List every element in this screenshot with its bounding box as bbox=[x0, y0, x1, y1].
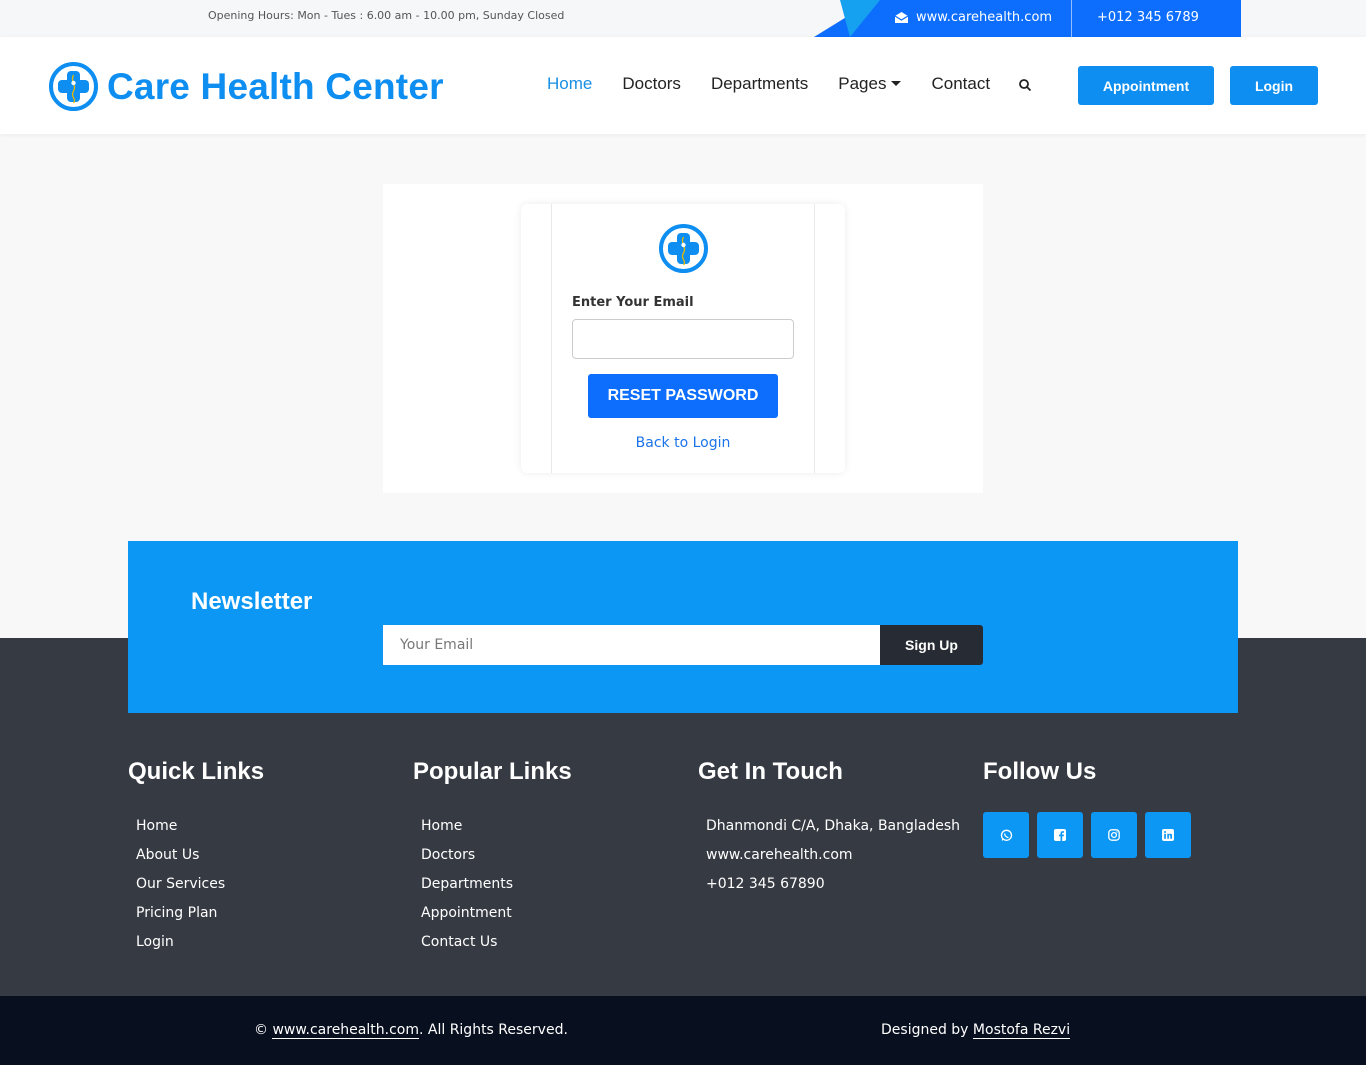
newsletter-section: Newsletter Sign Up bbox=[128, 541, 1238, 713]
popular-links-title: Popular Links bbox=[413, 758, 572, 785]
quick-links: Quick Links Home About Us Our Services P… bbox=[128, 758, 264, 957]
nav-contact[interactable]: Contact bbox=[931, 74, 990, 94]
popular-link-departments[interactable]: Departments bbox=[421, 870, 572, 899]
whatsapp-button[interactable] bbox=[983, 812, 1029, 858]
brand-name: Care Health Center bbox=[107, 65, 444, 107]
quick-link-home[interactable]: Home bbox=[136, 812, 264, 841]
medical-cross-icon bbox=[659, 224, 708, 273]
nav-doctors[interactable]: Doctors bbox=[622, 74, 681, 94]
reset-password-button[interactable]: RESET PASSWORD bbox=[588, 374, 778, 418]
contact-strip: www.carehealth.com +012 345 6789 bbox=[814, 0, 1241, 37]
facebook-button[interactable] bbox=[1037, 812, 1083, 858]
copyright-link[interactable]: www.carehealth.com bbox=[272, 1022, 419, 1039]
quick-link-login[interactable]: Login bbox=[136, 928, 264, 957]
quick-links-title: Quick Links bbox=[128, 758, 265, 785]
facebook-icon bbox=[1054, 829, 1066, 841]
popular-link-contact[interactable]: Contact Us bbox=[421, 928, 572, 957]
quick-link-services[interactable]: Our Services bbox=[136, 870, 264, 899]
email-field[interactable] bbox=[572, 319, 794, 359]
social-links bbox=[983, 812, 1191, 858]
reset-password-card: Enter Your Email RESET PASSWORD Back to … bbox=[521, 204, 845, 473]
popular-link-appointment[interactable]: Appointment bbox=[421, 899, 572, 928]
topbar-website[interactable]: www.carehealth.com bbox=[894, 10, 1052, 25]
envelope-open-icon bbox=[894, 12, 909, 23]
search-icon[interactable] bbox=[1018, 78, 1032, 92]
get-in-touch: Get In Touch Dhanmondi C/A, Dhaka, Bangl… bbox=[698, 758, 960, 899]
main-nav: Home Doctors Departments Pages Contact bbox=[547, 74, 1032, 94]
opening-hours: Opening Hours: Mon - Tues : 6.00 am - 10… bbox=[208, 9, 565, 22]
footer-phone[interactable]: +012 345 67890 bbox=[706, 870, 960, 899]
follow-us: Follow Us bbox=[983, 758, 1191, 858]
get-in-touch-title: Get In Touch bbox=[698, 758, 843, 785]
login-button[interactable]: Login bbox=[1230, 66, 1318, 105]
footer-address: Dhanmondi C/A, Dhaka, Bangladesh bbox=[706, 818, 961, 834]
quick-link-about[interactable]: About Us bbox=[136, 841, 264, 870]
instagram-icon bbox=[1108, 829, 1120, 841]
brand[interactable]: Care Health Center bbox=[48, 61, 444, 112]
popular-link-home[interactable]: Home bbox=[421, 812, 572, 841]
appointment-button[interactable]: Appointment bbox=[1078, 66, 1214, 105]
caret-down-icon bbox=[891, 80, 902, 86]
popular-link-doctors[interactable]: Doctors bbox=[421, 841, 572, 870]
popular-links: Popular Links Home Doctors Departments A… bbox=[413, 758, 572, 957]
whatsapp-icon bbox=[1000, 829, 1012, 841]
nav-pages[interactable]: Pages bbox=[838, 74, 902, 94]
top-info-bar: Opening Hours: Mon - Tues : 6.00 am - 10… bbox=[0, 0, 1366, 37]
quick-link-pricing[interactable]: Pricing Plan bbox=[136, 899, 264, 928]
email-label: Enter Your Email bbox=[572, 295, 694, 310]
newsletter-title: Newsletter bbox=[191, 588, 313, 615]
back-to-login-link[interactable]: Back to Login bbox=[552, 435, 814, 451]
site-header: Care Health Center Home Doctors Departme… bbox=[0, 37, 1366, 134]
designer-credit: Designed by Mostofa Rezvi bbox=[881, 1022, 1071, 1039]
copyright-text: © www.carehealth.com. All Rights Reserve… bbox=[254, 1022, 568, 1039]
designer-link[interactable]: Mostofa Rezvi bbox=[972, 1022, 1071, 1039]
linkedin-icon bbox=[1162, 829, 1174, 841]
copyright-bar: © www.carehealth.com. All Rights Reserve… bbox=[0, 996, 1366, 1065]
linkedin-button[interactable] bbox=[1145, 812, 1191, 858]
footer-website[interactable]: www.carehealth.com bbox=[706, 841, 960, 870]
topbar-phone[interactable]: +012 345 6789 bbox=[1097, 10, 1199, 25]
newsletter-email-input[interactable] bbox=[383, 625, 880, 665]
nav-departments[interactable]: Departments bbox=[711, 74, 808, 94]
medical-cross-icon bbox=[49, 62, 98, 111]
follow-us-title: Follow Us bbox=[983, 758, 1097, 785]
nav-home[interactable]: Home bbox=[547, 74, 592, 94]
sign-up-button[interactable]: Sign Up bbox=[880, 625, 983, 665]
instagram-button[interactable] bbox=[1091, 812, 1137, 858]
